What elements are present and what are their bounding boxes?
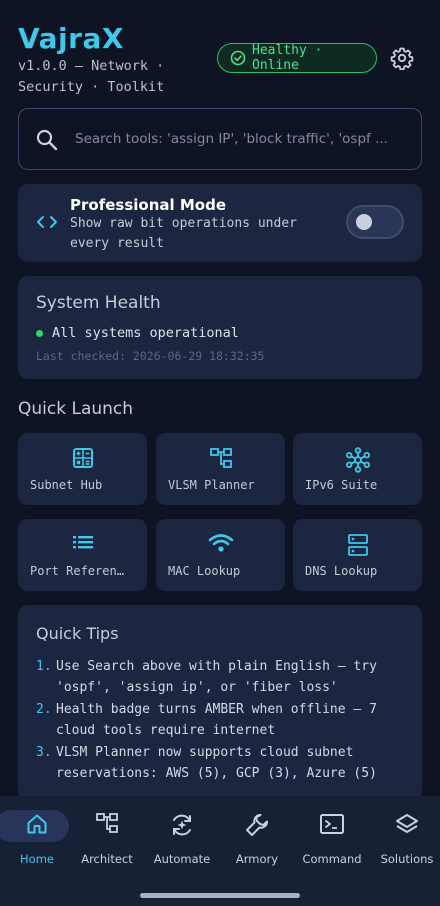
hierarchy-icon xyxy=(96,813,118,833)
professional-mode-toggle[interactable] xyxy=(346,205,404,239)
app-subtitle: v1.0.0 — Network · Security · Toolkit xyxy=(18,58,165,95)
tip-item: 1. Use Search above with plain English —… xyxy=(36,656,416,698)
tip-number: 2. xyxy=(36,702,52,717)
hierarchy-icon xyxy=(209,448,232,468)
app-title: VajraX xyxy=(18,22,124,55)
tip-text: Health badge turns AMBER when offline — … xyxy=(56,702,377,738)
terminal-icon xyxy=(320,814,344,834)
system-health-status: All systems operational xyxy=(36,325,239,341)
nav-command[interactable]: Command xyxy=(295,796,369,876)
nav-solutions[interactable]: Solutions xyxy=(370,796,440,876)
list-icon xyxy=(72,536,93,549)
tip-text: Use Search above with plain English — tr… xyxy=(56,659,377,695)
tip-item: 3. VLSM Planner now supports cloud subne… xyxy=(36,742,416,784)
nav-home[interactable]: Home xyxy=(0,796,74,876)
tip-number: 3. xyxy=(36,745,52,760)
tip-text: VLSM Planner now supports cloud subnet r… xyxy=(56,745,377,781)
quick-tips-card: Quick Tips 1. Use Search above with plai… xyxy=(18,605,422,800)
layers-icon xyxy=(396,814,418,833)
quick-launch-title: Quick Launch xyxy=(18,399,134,419)
tile-label: IPv6 Suite xyxy=(305,478,378,492)
tile-label: DNS Lookup xyxy=(305,564,378,578)
tile-label: MAC Lookup xyxy=(168,564,241,578)
tip-item: 2. Health badge turns AMBER when offline… xyxy=(36,699,416,741)
tile-ipv6-suite[interactable]: IPv6 Suite xyxy=(293,433,422,505)
check-circle-icon xyxy=(230,50,246,66)
dns-icon xyxy=(347,534,368,556)
tile-label: Subnet Hub xyxy=(30,478,103,492)
automate-icon xyxy=(173,814,191,836)
nav-architect[interactable]: Architect xyxy=(70,796,144,876)
tile-vlsm-planner[interactable]: VLSM Planner xyxy=(156,433,285,505)
hub-icon xyxy=(345,447,370,473)
tile-label: Port Referen… xyxy=(30,564,124,578)
nav-label: Armory xyxy=(235,852,279,866)
wrench-icon xyxy=(246,814,268,836)
tile-mac-lookup[interactable]: MAC Lookup xyxy=(156,519,285,591)
system-health-title: System Health xyxy=(36,293,161,313)
search-input[interactable] xyxy=(75,109,410,169)
professional-mode-description: Show raw bit operations under every resu… xyxy=(70,216,297,251)
health-badge-label: Healthy · Online xyxy=(252,43,323,73)
tile-subnet-hub[interactable]: Subnet Hub xyxy=(18,433,147,505)
tile-dns-lookup[interactable]: DNS Lookup xyxy=(293,519,422,591)
tip-number: 1. xyxy=(36,659,52,674)
nav-automate[interactable]: Automate xyxy=(145,796,219,876)
health-badge[interactable]: Healthy · Online xyxy=(217,43,377,73)
tile-label: VLSM Planner xyxy=(168,478,255,492)
system-health-status-text: All systems operational xyxy=(52,325,239,341)
tile-port-reference[interactable]: Port Referen… xyxy=(18,519,147,591)
search-icon xyxy=(36,129,58,151)
nav-armory[interactable]: Armory xyxy=(220,796,294,876)
nav-label: Solutions xyxy=(380,852,434,866)
toggle-knob xyxy=(356,214,372,230)
nav-label: Architect xyxy=(81,852,133,866)
nav-label: Automate xyxy=(153,852,211,866)
system-health-card: System Health All systems operational La… xyxy=(18,276,422,379)
code-icon xyxy=(37,216,57,228)
professional-mode-title: Professional Mode xyxy=(70,196,227,214)
nav-label: Command xyxy=(302,852,362,866)
status-dot-icon xyxy=(36,329,43,337)
quick-tips-title: Quick Tips xyxy=(36,624,119,643)
home-icon xyxy=(27,814,47,834)
system-home-indicator[interactable] xyxy=(140,893,300,898)
bottom-navigation: Home Architect Automate Armory Command S… xyxy=(0,796,440,906)
search-bar[interactable] xyxy=(18,108,422,170)
wifi-icon xyxy=(208,534,233,552)
last-checked: Last checked: 2026-06-29 18:32:35 xyxy=(36,349,265,363)
gear-icon[interactable] xyxy=(390,46,414,70)
calculator-icon xyxy=(72,448,93,468)
